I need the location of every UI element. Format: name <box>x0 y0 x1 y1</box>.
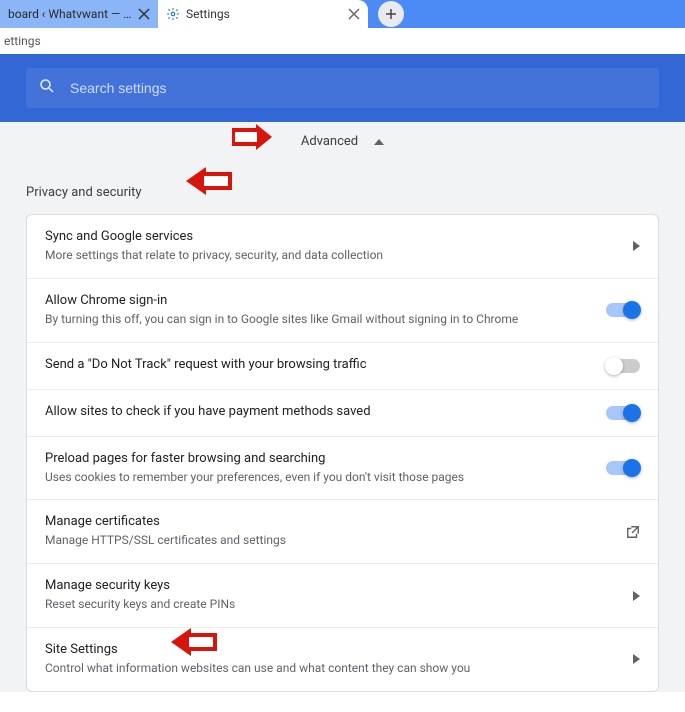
privacy-card: Sync and Google services More settings t… <box>26 214 659 692</box>
row-title: Allow Chrome sign-in <box>45 293 592 308</box>
search-input[interactable] <box>70 80 647 96</box>
external-link-icon <box>626 525 640 539</box>
section-title-text: Privacy and security <box>26 185 142 200</box>
address-bar[interactable]: ettings <box>0 28 685 54</box>
content-area: Advanced Privacy and security Sync and G… <box>0 122 685 692</box>
row-site-settings[interactable]: Site Settings Control what information w… <box>27 628 658 691</box>
tab-settings[interactable]: Settings <box>158 0 368 28</box>
toggle-do-not-track[interactable] <box>606 359 640 373</box>
row-title: Allow sites to check if you have payment… <box>45 404 592 419</box>
row-preload-pages[interactable]: Preload pages for faster browsing and se… <box>27 437 658 501</box>
row-title: Send a "Do Not Track" request with your … <box>45 357 592 372</box>
search-settings-box[interactable] <box>26 68 659 108</box>
chevron-right-icon <box>633 241 640 251</box>
gear-icon <box>166 7 180 21</box>
address-text: ettings <box>4 34 41 48</box>
row-payment-methods[interactable]: Allow sites to check if you have payment… <box>27 390 658 437</box>
row-title: Preload pages for faster browsing and se… <box>45 451 592 466</box>
row-subtitle: More settings that relate to privacy, se… <box>45 247 619 264</box>
row-allow-chrome-signin[interactable]: Allow Chrome sign-in By turning this off… <box>27 279 658 343</box>
row-subtitle: Control what information websites can us… <box>45 660 619 677</box>
chevron-right-icon <box>633 591 640 601</box>
settings-header <box>0 54 685 122</box>
row-title: Site Settings <box>45 642 619 657</box>
row-do-not-track[interactable]: Send a "Do Not Track" request with your … <box>27 343 658 390</box>
toggle-preload[interactable] <box>606 461 640 475</box>
advanced-toggle[interactable]: Advanced <box>0 122 685 167</box>
row-title: Sync and Google services <box>45 229 619 244</box>
toggle-chrome-signin[interactable] <box>606 303 640 317</box>
chevron-right-icon <box>633 654 640 664</box>
search-icon <box>38 77 56 99</box>
tab-title: board ‹ Whatvwant — Word <box>8 7 132 21</box>
toggle-payment-check[interactable] <box>606 406 640 420</box>
row-subtitle: By turning this off, you can sign in to … <box>45 311 592 328</box>
new-tab-button[interactable] <box>378 1 404 27</box>
row-manage-certificates[interactable]: Manage certificates Manage HTTPS/SSL cer… <box>27 500 658 564</box>
row-manage-security-keys[interactable]: Manage security keys Reset security keys… <box>27 564 658 628</box>
row-subtitle: Uses cookies to remember your preference… <box>45 469 592 486</box>
advanced-label: Advanced <box>301 134 358 149</box>
tab-whatvwant[interactable]: board ‹ Whatvwant — Word <box>0 0 158 28</box>
annotation-arrow <box>232 124 294 150</box>
row-sync-google-services[interactable]: Sync and Google services More settings t… <box>27 215 658 279</box>
annotation-arrow <box>145 628 217 656</box>
row-title: Manage security keys <box>45 578 619 593</box>
section-title-privacy: Privacy and security <box>0 167 685 214</box>
row-subtitle: Manage HTTPS/SSL certificates and settin… <box>45 532 612 549</box>
chevron-up-icon <box>374 139 384 145</box>
close-icon[interactable] <box>348 8 360 20</box>
tab-title: Settings <box>186 7 342 21</box>
row-subtitle: Reset security keys and create PINs <box>45 596 619 613</box>
annotation-arrow <box>160 167 232 195</box>
row-title: Manage certificates <box>45 514 612 529</box>
tab-strip: board ‹ Whatvwant — Word Settings <box>0 0 685 28</box>
close-icon[interactable] <box>138 8 150 20</box>
